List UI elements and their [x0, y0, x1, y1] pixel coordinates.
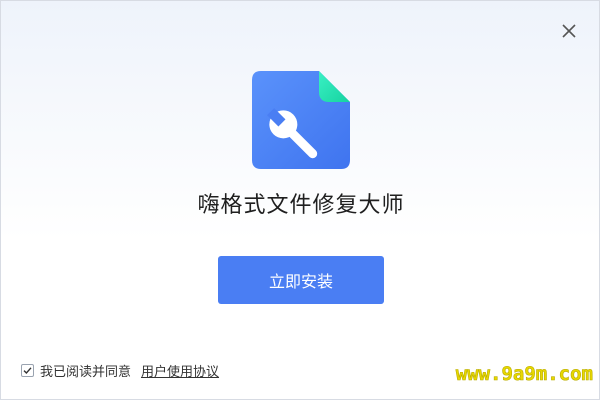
agree-checkbox[interactable]	[21, 363, 34, 377]
installer-window: 嗨格式文件修复大师 立即安装 我已阅读并同意 用户使用协议 www.9a9m.c…	[0, 0, 600, 400]
app-title: 嗨格式文件修复大师	[197, 193, 405, 218]
checkmark-icon	[23, 366, 32, 374]
agreement-row: 我已阅读并同意 用户使用协议	[21, 361, 219, 380]
app-icon	[251, 70, 351, 170]
file-wrench-icon	[252, 71, 350, 169]
license-agreement-link[interactable]: 用户使用协议	[141, 361, 219, 380]
agree-label: 我已阅读并同意	[40, 364, 132, 380]
install-button[interactable]: 立即安装	[218, 256, 384, 304]
close-button[interactable]	[559, 21, 579, 41]
close-icon[interactable]	[559, 21, 579, 41]
watermark-text: www.9a9m.com	[449, 363, 599, 385]
